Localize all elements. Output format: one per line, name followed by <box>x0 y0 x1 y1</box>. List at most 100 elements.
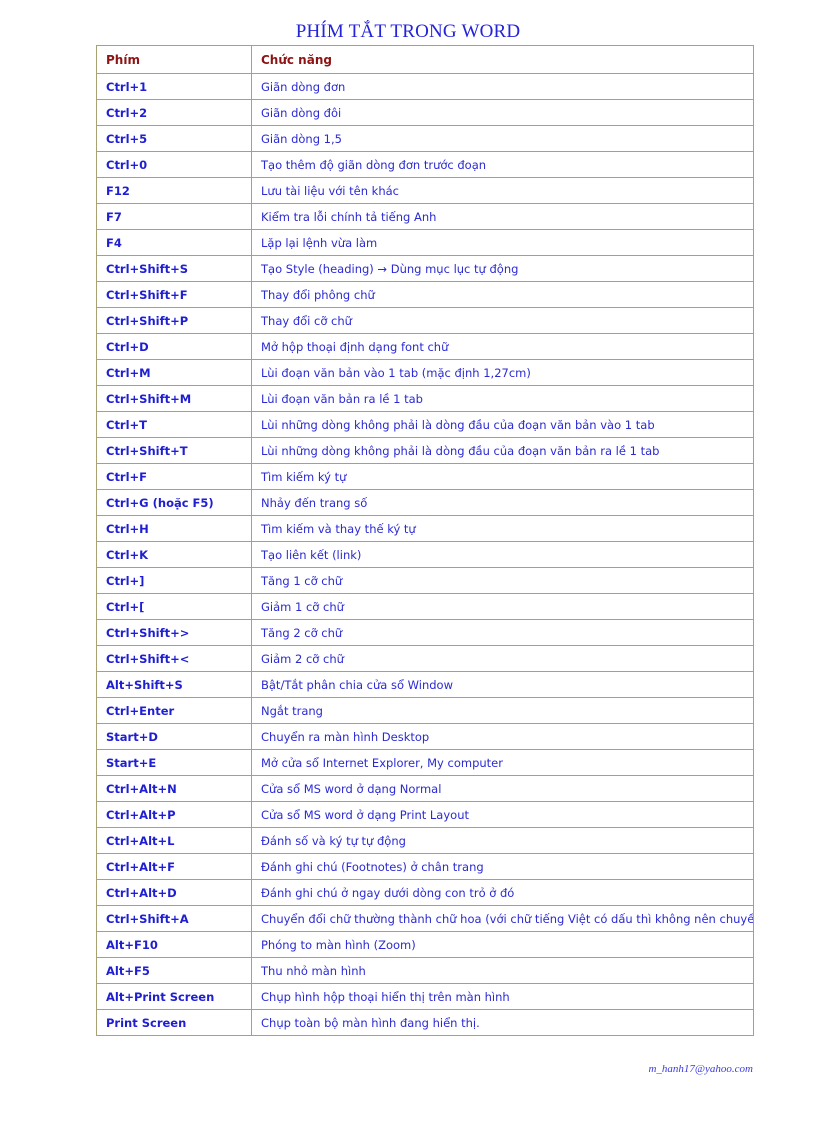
footer-email: m_hanh17@yahoo.com <box>648 1063 753 1075</box>
table-row: Ctrl+Shift+< Giảm 2 cỡ chữ <box>96 645 754 672</box>
shortcut-function-cell: Lùi đoạn văn bản ra lề 1 tab <box>251 385 754 412</box>
table-row: Ctrl+5 Giãn dòng 1,5 <box>96 125 754 152</box>
table-row: Ctrl+Shift+> Tăng 2 cỡ chữ <box>96 619 754 646</box>
shortcut-function-cell: Nhảy đến trang số <box>251 489 754 516</box>
shortcut-function-cell: Giãn dòng 1,5 <box>251 125 754 152</box>
table-row: Ctrl+Shift+M Lùi đoạn văn bản ra lề 1 tab <box>96 385 754 412</box>
shortcut-key-cell: Ctrl+Shift+> <box>96 619 252 646</box>
table-row: Alt+F5 Thu nhỏ màn hình <box>96 957 754 984</box>
shortcut-key-cell: Ctrl+H <box>96 515 252 542</box>
shortcut-key-cell: F7 <box>96 203 252 230</box>
shortcut-function-cell: Chụp toàn bộ màn hình đang hiển thị. <box>251 1009 754 1036</box>
shortcut-key-cell: Ctrl+F <box>96 463 252 490</box>
shortcut-function-cell: Chuyển đổi chữ thường thành chữ hoa (với… <box>251 905 754 932</box>
table-row: Ctrl+G (hoặc F5) Nhảy đến trang số <box>96 489 754 516</box>
shortcut-key-cell: Ctrl+1 <box>96 73 252 100</box>
table-row: Ctrl+M Lùi đoạn văn bản vào 1 tab (mặc đị… <box>96 359 754 386</box>
table-row: Ctrl+2 Giãn dòng đôi <box>96 99 754 126</box>
shortcut-function-cell: Cửa sổ MS word ở dạng Normal <box>251 775 754 802</box>
shortcut-function-cell: Đánh số và ký tự tự động <box>251 827 754 854</box>
shortcut-key-cell: Ctrl+G (hoặc F5) <box>96 489 252 516</box>
shortcut-function-cell: Thay đổi cỡ chữ <box>251 307 754 334</box>
shortcut-key-cell: Ctrl+Shift+T <box>96 437 252 464</box>
table-row: Ctrl+[Giảm 1 cỡ chữ <box>96 593 754 620</box>
shortcut-function-cell: Chuyển ra màn hình Desktop <box>251 723 754 750</box>
shortcut-key-cell: Ctrl+Alt+P <box>96 801 252 828</box>
table-row: Ctrl+T Lùi những dòng không phải là dòng … <box>96 411 754 438</box>
column-header-key: Phím <box>96 45 252 74</box>
shortcut-function-cell: Lùi những dòng không phải là dòng đầu củ… <box>251 411 754 438</box>
shortcut-function-cell: Tạo thêm độ giãn dòng đơn trước đoạn <box>251 151 754 178</box>
shortcut-key-cell: Ctrl+D <box>96 333 252 360</box>
shortcut-function-cell: Tăng 1 cỡ chữ <box>251 567 754 594</box>
shortcut-function-cell: Giảm 1 cỡ chữ <box>251 593 754 620</box>
table-header: Phím Chức năng <box>96 45 754 74</box>
table-row: Alt+F10 Phóng to màn hình (Zoom) <box>96 931 754 958</box>
shortcut-key-cell: Ctrl+2 <box>96 99 252 126</box>
table-row: Ctrl+Shift+F Thay đổi phông chữ <box>96 281 754 308</box>
table-row: Ctrl+1 Giãn dòng đơn <box>96 73 754 100</box>
shortcut-key-cell: Ctrl+Alt+L <box>96 827 252 854</box>
table-row: Ctrl+Shift+P Thay đổi cỡ chữ <box>96 307 754 334</box>
shortcut-key-cell: Ctrl+[ <box>96 593 252 620</box>
table-row: Alt+Shift+S Bật/Tắt phân chia cửa sổ Wind… <box>96 671 754 698</box>
shortcut-function-cell: Tạo liên kết (link) <box>251 541 754 568</box>
shortcut-function-cell: Lặp lại lệnh vừa làm <box>251 229 754 256</box>
table-header-row: Phím Chức năng <box>96 45 754 74</box>
shortcut-key-cell: Ctrl+Shift+< <box>96 645 252 672</box>
shortcut-key-cell: Alt+Shift+S <box>96 671 252 698</box>
shortcut-key-cell: Ctrl+0 <box>96 151 252 178</box>
shortcut-function-cell: Đánh ghi chú ở ngay dưới dòng con trỏ ở … <box>251 879 754 906</box>
shortcut-function-cell: Phóng to màn hình (Zoom) <box>251 931 754 958</box>
column-header-function: Chức năng <box>251 45 754 74</box>
table-row: Ctrl+Alt+D Đánh ghi chú ở ngay dưới dòng … <box>96 879 754 906</box>
shortcut-key-cell: Ctrl+M <box>96 359 252 386</box>
shortcut-key-cell: Alt+Print Screen <box>96 983 252 1010</box>
shortcut-function-cell: Tìm kiếm và thay thế ký tự <box>251 515 754 542</box>
table-row: Start+E Mở cửa sổ Internet Explorer, My c… <box>96 749 754 776</box>
shortcut-key-cell: Ctrl+Shift+F <box>96 281 252 308</box>
shortcut-key-cell: Ctrl+] <box>96 567 252 594</box>
shortcut-function-cell: Lùi những dòng không phải là dòng đầu củ… <box>251 437 754 464</box>
table-row: F4 Lặp lại lệnh vừa làm <box>96 229 754 256</box>
table-row: Ctrl+Shift+T Lùi những dòng không phải là… <box>96 437 754 464</box>
shortcut-function-cell: Thay đổi phông chữ <box>251 281 754 308</box>
shortcut-key-cell: Ctrl+K <box>96 541 252 568</box>
shortcut-key-cell: Ctrl+Alt+N <box>96 775 252 802</box>
table-row: Ctrl+D Mở hộp thoại định dạng font chữ <box>96 333 754 360</box>
shortcut-key-cell: Alt+F10 <box>96 931 252 958</box>
shortcut-key-cell: F12 <box>96 177 252 204</box>
table-row: Alt+Print Screen Chụp hình hộp thoại hiển… <box>96 983 754 1010</box>
shortcut-function-cell: Tăng 2 cỡ chữ <box>251 619 754 646</box>
shortcut-key-cell: Ctrl+Alt+D <box>96 879 252 906</box>
shortcut-function-cell: Mở cửa sổ Internet Explorer, My computer <box>251 749 754 776</box>
table-row: Print Screen Chụp toàn bộ màn hình đang h… <box>96 1009 754 1036</box>
table-row: Ctrl+0 Tạo thêm độ giãn dòng đơn trước đo… <box>96 151 754 178</box>
shortcut-key-cell: F4 <box>96 229 252 256</box>
shortcut-function-cell: Cửa sổ MS word ở dạng Print Layout <box>251 801 754 828</box>
table-row: Ctrl+Shift+A Chuyển đổi chữ thường thành … <box>96 905 754 932</box>
shortcut-function-cell: Bật/Tắt phân chia cửa sổ Window <box>251 671 754 698</box>
shortcut-function-cell: Lùi đoạn văn bản vào 1 tab (mặc định 1,2… <box>251 359 754 386</box>
shortcut-key-cell: Ctrl+5 <box>96 125 252 152</box>
shortcut-function-cell: Kiểm tra lỗi chính tả tiếng Anh <box>251 203 754 230</box>
table-row: F7 Kiểm tra lỗi chính tả tiếng Anh <box>96 203 754 230</box>
table-row: Ctrl+Alt+N Cửa sổ MS word ở dạng Normal <box>96 775 754 802</box>
table-row: Ctrl+] Tăng 1 cỡ chữ <box>96 567 754 594</box>
shortcut-key-cell: Ctrl+Alt+F <box>96 853 252 880</box>
shortcut-function-cell: Chụp hình hộp thoại hiển thị trên màn hì… <box>251 983 754 1010</box>
shortcut-function-cell: Đánh ghi chú (Footnotes) ở chân trang <box>251 853 754 880</box>
shortcut-key-cell: Print Screen <box>96 1009 252 1036</box>
table-row: Ctrl+Shift+S Tạo Style (heading) → Dùng m… <box>96 255 754 282</box>
table-row: Ctrl+F Tìm kiếm ký tự <box>96 463 754 490</box>
shortcut-key-cell: Start+E <box>96 749 252 776</box>
shortcut-key-cell: Start+D <box>96 723 252 750</box>
shortcut-function-cell: Thu nhỏ màn hình <box>251 957 754 984</box>
table-row: F12 Lưu tài liệu với tên khác <box>96 177 754 204</box>
shortcut-key-cell: Ctrl+Shift+A <box>96 905 252 932</box>
table-row: Ctrl+Alt+F Đánh ghi chú (Footnotes) ở châ… <box>96 853 754 880</box>
document-page: PHÍM TẮT TRONG WORD Phím Chức năng Ctrl+… <box>0 0 816 1123</box>
shortcut-function-cell: Tìm kiếm ký tự <box>251 463 754 490</box>
shortcut-key-cell: Ctrl+Enter <box>96 697 252 724</box>
table-row: Ctrl+Alt+L Đánh số và ký tự tự động <box>96 827 754 854</box>
